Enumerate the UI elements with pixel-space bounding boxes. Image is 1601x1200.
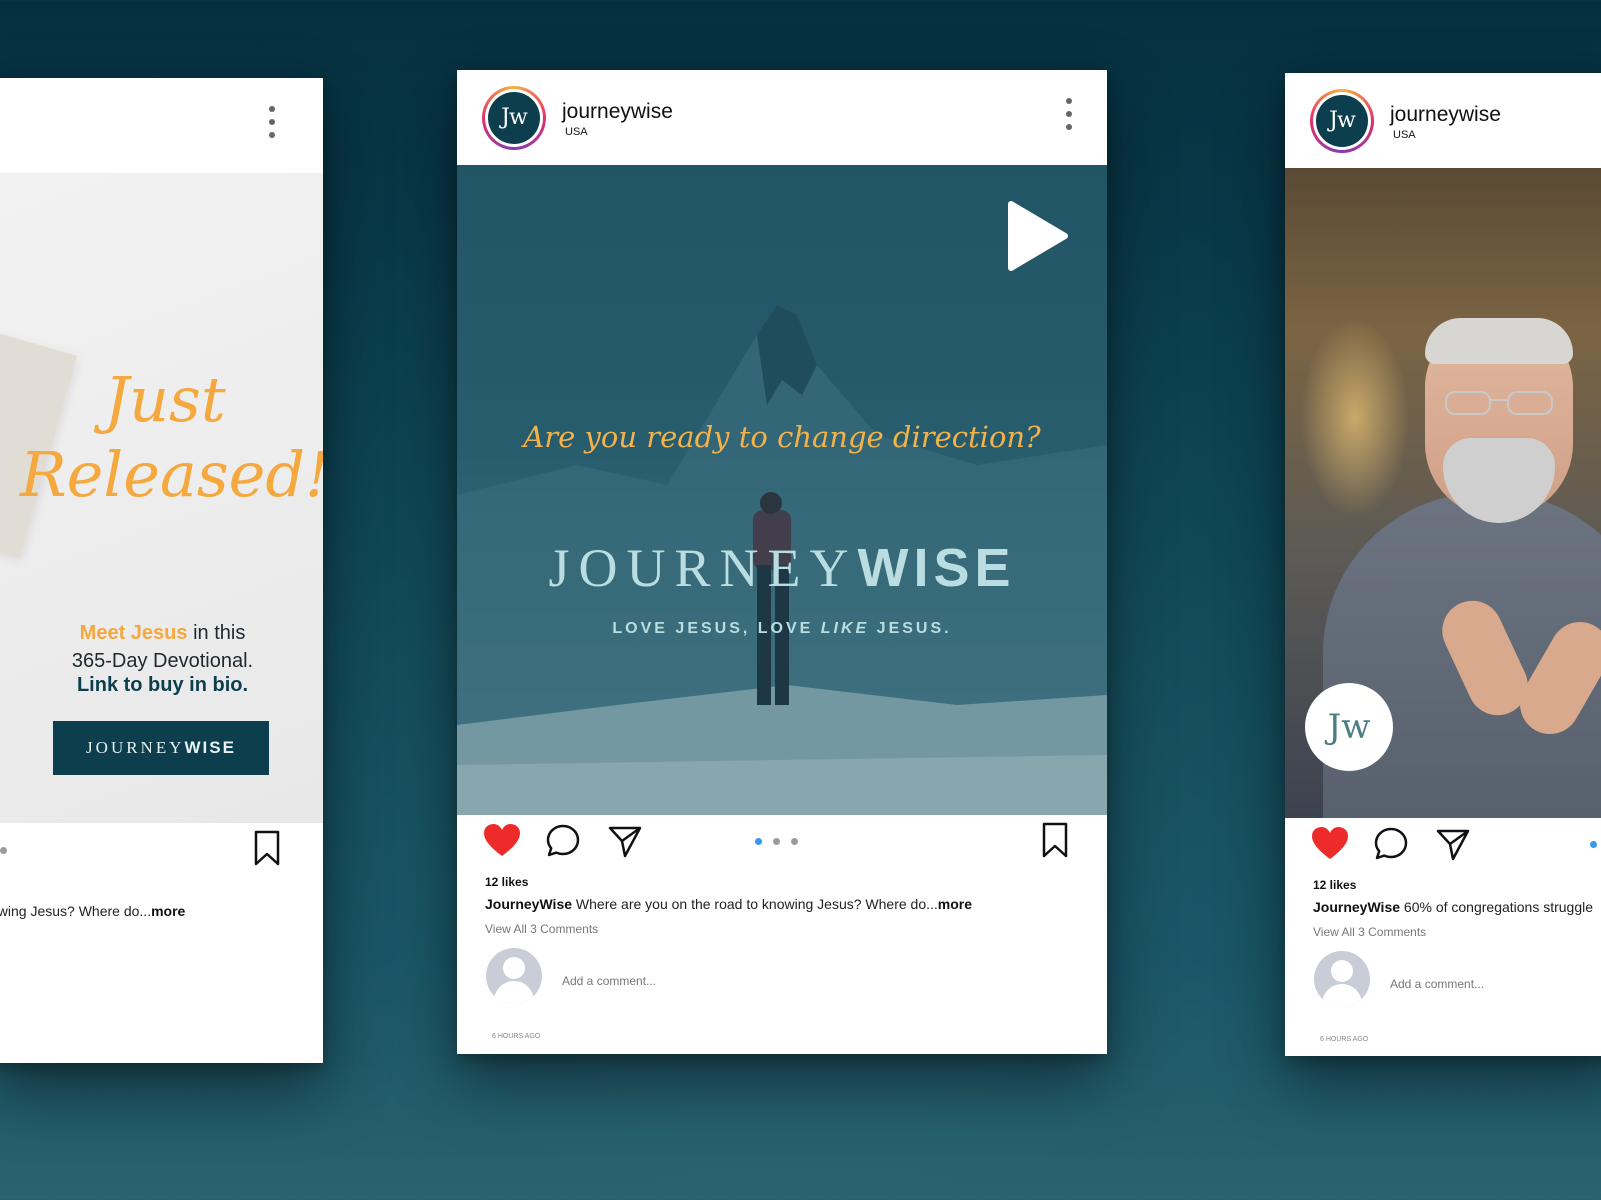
profile-avatar[interactable]: Jw [1310, 89, 1374, 153]
subtitle-italic: LIKE [820, 620, 870, 637]
carousel-dot-active [755, 838, 762, 845]
post-caption: JourneyWise Where are you on the road to… [485, 896, 972, 912]
caption-text: Where are you on the road to knowing Jes… [572, 896, 938, 912]
caption-text: owing Jesus? Where do... [0, 903, 152, 919]
caption-username[interactable]: JourneyWise [1313, 899, 1400, 915]
tagline-subtitle: LOVE JESUS, LOVE LIKE JESUS. [457, 620, 1107, 638]
subtitle-part-1: LOVE JESUS, LOVE [612, 620, 821, 637]
caption-more-link[interactable]: more [938, 896, 972, 912]
user-avatar-placeholder [1314, 951, 1370, 1007]
location[interactable]: USA [1393, 129, 1416, 141]
journeywise-wordmark: JOURNEYWISE [457, 537, 1107, 599]
heart-icon[interactable] [482, 822, 522, 858]
instagram-post-left: Just Released! Meet Jesus in this 365-Da… [0, 78, 323, 1063]
carousel-dot [0, 847, 7, 854]
action-bar [457, 822, 1107, 866]
post-caption: owing Jesus? Where do...more [0, 903, 185, 919]
share-icon[interactable] [607, 823, 643, 859]
subtitle-part-2: JESUS. [869, 620, 952, 637]
headline-released: Released! [20, 438, 323, 511]
add-comment-input[interactable]: Add a comment... [562, 974, 656, 988]
carousel-dots [755, 832, 809, 850]
promo-line-1: Meet Jesus in this [20, 619, 305, 647]
carousel-dot-active [1590, 841, 1597, 848]
caption-text: 60% of congregations struggle [1400, 899, 1594, 915]
likes-count[interactable]: 12 likes [485, 875, 528, 889]
username[interactable]: journeywise [1390, 103, 1501, 127]
post-header: Jw journeywise USA [457, 70, 1107, 165]
logo-journey: JOURNEY [86, 738, 185, 757]
post-caption: JourneyWise 60% of congregations struggl… [1313, 899, 1593, 915]
view-all-comments-link[interactable]: View All 3 Comments [1313, 925, 1426, 939]
logo-wise: WISE [184, 738, 236, 757]
post-timestamp: 6 HOURS AGO [492, 1033, 541, 1040]
instagram-post-center: Jw journeywise USA Are you ready to chan… [457, 70, 1107, 1054]
heart-icon[interactable] [1310, 825, 1350, 861]
promo-highlight: Meet Jesus [79, 622, 188, 644]
share-icon[interactable] [1435, 826, 1471, 862]
post-timestamp: 6 HOURS AGO [1320, 1036, 1369, 1043]
promo-line-3: Link to buy in bio. [20, 671, 305, 699]
headline-just: Just [104, 363, 226, 436]
more-options-icon[interactable] [1065, 98, 1073, 136]
comment-icon[interactable] [1373, 826, 1409, 862]
speaker-glasses [1445, 391, 1553, 415]
logo-journey: JOURNEY [548, 538, 858, 598]
avatar-border: Jw [1313, 92, 1371, 150]
instagram-post-right: Jw journeywise USA Jw 12 likes JourneyWi… [1285, 73, 1601, 1056]
promo-rest: in this [187, 622, 246, 644]
caption-username[interactable]: JourneyWise [485, 896, 572, 912]
post-media-video[interactable]: Are you ready to change direction? JOURN… [457, 165, 1107, 815]
avatar-logo: Jw [488, 92, 540, 144]
user-avatar-placeholder [486, 948, 542, 1004]
carousel-dot [773, 838, 780, 845]
play-icon[interactable] [1007, 200, 1069, 272]
bookmark-icon[interactable] [254, 830, 280, 866]
comment-icon[interactable] [545, 823, 581, 859]
post-media-devotional[interactable]: Just Released! Meet Jesus in this 365-Da… [0, 173, 323, 823]
more-options-icon[interactable] [268, 106, 276, 144]
bookmark-icon[interactable] [1042, 822, 1068, 858]
profile-avatar[interactable]: Jw [482, 86, 546, 150]
tagline-question: Are you ready to change direction? [523, 420, 1041, 454]
logo-wise: WISE [857, 538, 1016, 598]
speaker-hair [1425, 318, 1573, 364]
likes-count[interactable]: 12 likes [1313, 878, 1356, 892]
carousel-dots [0, 841, 18, 859]
add-comment-input[interactable]: Add a comment... [1390, 977, 1484, 991]
caption-more-link[interactable]: more [151, 903, 185, 919]
avatar-border: Jw [485, 89, 543, 147]
post-media-video-speaker[interactable]: Jw [1285, 168, 1601, 818]
carousel-dots [1590, 835, 1601, 853]
view-all-comments-link[interactable]: View All 3 Comments [485, 922, 598, 936]
action-bar [1285, 825, 1601, 869]
location[interactable]: USA [565, 126, 588, 138]
journeywise-logo-badge: Jw [1305, 683, 1393, 771]
promo-link-text: Link to buy in bio. [76, 674, 249, 696]
action-bar [0, 830, 323, 874]
carousel-dot [791, 838, 798, 845]
lamp-glow [1300, 318, 1410, 518]
post-header [0, 78, 323, 173]
post-header: Jw journeywise USA [1285, 73, 1601, 168]
username[interactable]: journeywise [562, 100, 673, 124]
avatar-logo: Jw [1316, 95, 1368, 147]
journeywise-logo-badge: JOURNEYWISE [53, 721, 269, 775]
